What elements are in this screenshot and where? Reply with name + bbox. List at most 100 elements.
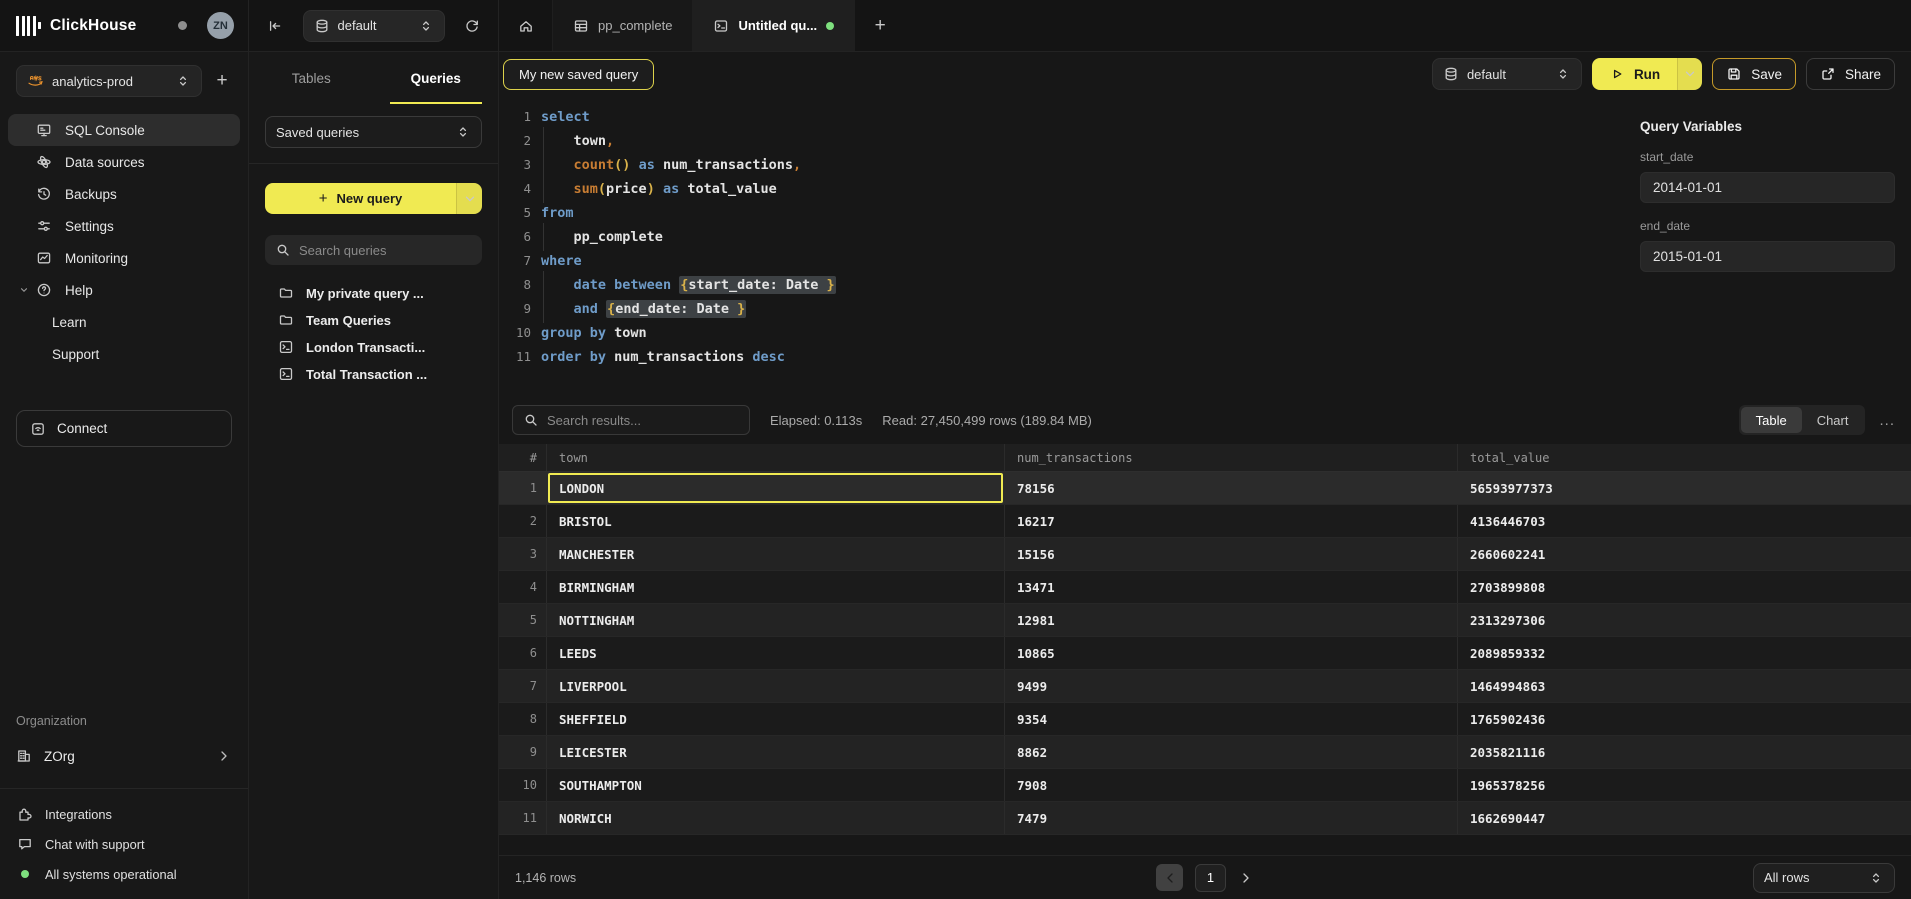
saved-queries-select[interactable]: Saved queries <box>265 116 482 148</box>
workspace-tab-1[interactable]: Untitled qu... <box>693 0 855 51</box>
cell-num_transactions[interactable]: 7908 <box>1004 769 1457 801</box>
cell-town[interactable]: SOUTHAMPTON <box>546 769 1004 801</box>
variable-input-start_date[interactable] <box>1640 172 1895 203</box>
row-index[interactable]: 10 <box>499 769 546 801</box>
table-row[interactable]: 9LEICESTER88622035821116 <box>499 736 1911 769</box>
new-tab-button[interactable]: + <box>855 0 905 51</box>
saved-query-tab[interactable]: My new saved query <box>503 59 654 90</box>
sidebar-item-data-sources[interactable]: Data sources <box>8 146 240 178</box>
row-index[interactable]: 8 <box>499 703 546 735</box>
search-results-input[interactable] <box>547 413 739 428</box>
view-chart-button[interactable]: Chart <box>1802 407 1864 433</box>
connect-button[interactable]: Connect <box>16 410 232 447</box>
cell-total_value[interactable]: 1965378256 <box>1457 769 1911 801</box>
cell-town[interactable]: MANCHESTER <box>546 538 1004 570</box>
row-index[interactable]: 1 <box>499 472 546 504</box>
row-index[interactable]: 11 <box>499 802 546 834</box>
collapse-sidebar-icon[interactable] <box>267 18 283 34</box>
cell-town[interactable]: LEEDS <box>546 637 1004 669</box>
table-row[interactable]: 5NOTTINGHAM129812313297306 <box>499 604 1911 637</box>
cell-num_transactions[interactable]: 12981 <box>1004 604 1457 636</box>
cell-num_transactions[interactable]: 8862 <box>1004 736 1457 768</box>
cell-total_value[interactable]: 2313297306 <box>1457 604 1911 636</box>
table-row[interactable]: 6LEEDS108652089859332 <box>499 637 1911 670</box>
next-page-button[interactable] <box>1238 870 1254 886</box>
run-options-button[interactable] <box>1677 58 1702 90</box>
cell-num_transactions[interactable]: 15156 <box>1004 538 1457 570</box>
cell-town[interactable]: LEICESTER <box>546 736 1004 768</box>
table-row[interactable]: 10SOUTHAMPTON79081965378256 <box>499 769 1911 802</box>
query-list-item[interactable]: London Transacti... <box>265 334 482 360</box>
cell-num_transactions[interactable]: 16217 <box>1004 505 1457 537</box>
row-index[interactable]: 5 <box>499 604 546 636</box>
table-row[interactable]: 8SHEFFIELD93541765902436 <box>499 703 1911 736</box>
footer-item-integrations[interactable]: Integrations <box>0 799 248 829</box>
query-list-item[interactable]: My private query ... <box>265 280 482 306</box>
sidebar-item-settings[interactable]: Settings <box>8 210 240 242</box>
current-page[interactable]: 1 <box>1195 864 1226 892</box>
notification-dot-icon[interactable] <box>178 21 187 30</box>
table-row[interactable]: 1LONDON7815656593977373 <box>499 472 1911 505</box>
variable-input-end_date[interactable] <box>1640 241 1895 272</box>
sidebar-item-support[interactable]: Support <box>8 338 240 370</box>
cell-total_value[interactable]: 1765902436 <box>1457 703 1911 735</box>
cell-town[interactable]: LIVERPOOL <box>546 670 1004 702</box>
sidebar-item-help[interactable]: Help <box>8 274 240 306</box>
cell-num_transactions[interactable]: 10865 <box>1004 637 1457 669</box>
cell-town[interactable]: NOTTINGHAM <box>546 604 1004 636</box>
query-list-item[interactable]: Total Transaction ... <box>265 361 482 387</box>
table-row[interactable]: 7LIVERPOOL94991464994863 <box>499 670 1911 703</box>
run-button[interactable]: Run <box>1592 58 1677 90</box>
row-index[interactable]: 3 <box>499 538 546 570</box>
row-index[interactable]: 4 <box>499 571 546 603</box>
footer-item-all-systems-operational[interactable]: All systems operational <box>0 859 248 889</box>
prev-page-button[interactable] <box>1156 864 1183 891</box>
workspace-tab-0[interactable]: pp_complete <box>553 0 693 51</box>
footer-item-chat-with-support[interactable]: Chat with support <box>0 829 248 859</box>
sidebar-item-monitoring[interactable]: Monitoring <box>8 242 240 274</box>
refresh-icon[interactable] <box>464 18 480 34</box>
cell-total_value[interactable]: 4136446703 <box>1457 505 1911 537</box>
organization-item[interactable]: ZOrg <box>0 740 248 772</box>
cell-town[interactable]: BIRMINGHAM <box>546 571 1004 603</box>
page-size-select[interactable]: All rows <box>1753 863 1895 893</box>
cell-town[interactable]: NORWICH <box>546 802 1004 834</box>
context-database-select[interactable]: default <box>303 10 445 42</box>
sidebar-item-learn[interactable]: Learn <box>8 306 240 338</box>
cell-town[interactable]: SHEFFIELD <box>546 703 1004 735</box>
row-index[interactable]: 9 <box>499 736 546 768</box>
search-queries-input[interactable] <box>299 243 472 258</box>
cell-total_value[interactable]: 2660602241 <box>1457 538 1911 570</box>
row-index[interactable]: 6 <box>499 637 546 669</box>
table-row[interactable]: 11NORWICH74791662690447 <box>499 802 1911 835</box>
avatar[interactable]: ZN <box>207 12 234 39</box>
cell-num_transactions[interactable]: 78156 <box>1004 472 1457 504</box>
new-query-button[interactable]: + New query <box>265 183 482 214</box>
editor-database-select[interactable]: default <box>1432 58 1582 90</box>
sidebar-item-backups[interactable]: Backups <box>8 178 240 210</box>
row-index[interactable]: 2 <box>499 505 546 537</box>
cell-total_value[interactable]: 2035821116 <box>1457 736 1911 768</box>
cell-total_value[interactable]: 1662690447 <box>1457 802 1911 834</box>
cell-num_transactions[interactable]: 13471 <box>1004 571 1457 603</box>
table-row[interactable]: 3MANCHESTER151562660602241 <box>499 538 1911 571</box>
add-service-button[interactable]: + <box>210 70 234 92</box>
cell-town[interactable]: LONDON <box>546 472 1004 504</box>
results-more-button[interactable]: ... <box>1879 412 1895 429</box>
cell-num_transactions[interactable]: 9354 <box>1004 703 1457 735</box>
cell-num_transactions[interactable]: 7479 <box>1004 802 1457 834</box>
tab-queries[interactable]: Queries <box>374 52 499 104</box>
home-button[interactable] <box>499 0 553 51</box>
tab-tables[interactable]: Tables <box>249 52 374 104</box>
cell-town[interactable]: BRISTOL <box>546 505 1004 537</box>
cell-total_value[interactable]: 2703899808 <box>1457 571 1911 603</box>
query-list-item[interactable]: Team Queries <box>265 307 482 333</box>
workspace-select[interactable]: analytics-prod <box>16 65 202 97</box>
cell-total_value[interactable]: 2089859332 <box>1457 637 1911 669</box>
view-table-button[interactable]: Table <box>1741 407 1802 433</box>
cell-total_value[interactable]: 1464994863 <box>1457 670 1911 702</box>
sql-editor[interactable]: 1select2 town,3 count() as num_transacti… <box>499 96 1640 396</box>
save-button[interactable]: Save <box>1712 58 1796 90</box>
table-row[interactable]: 2BRISTOL162174136446703 <box>499 505 1911 538</box>
cell-num_transactions[interactable]: 9499 <box>1004 670 1457 702</box>
